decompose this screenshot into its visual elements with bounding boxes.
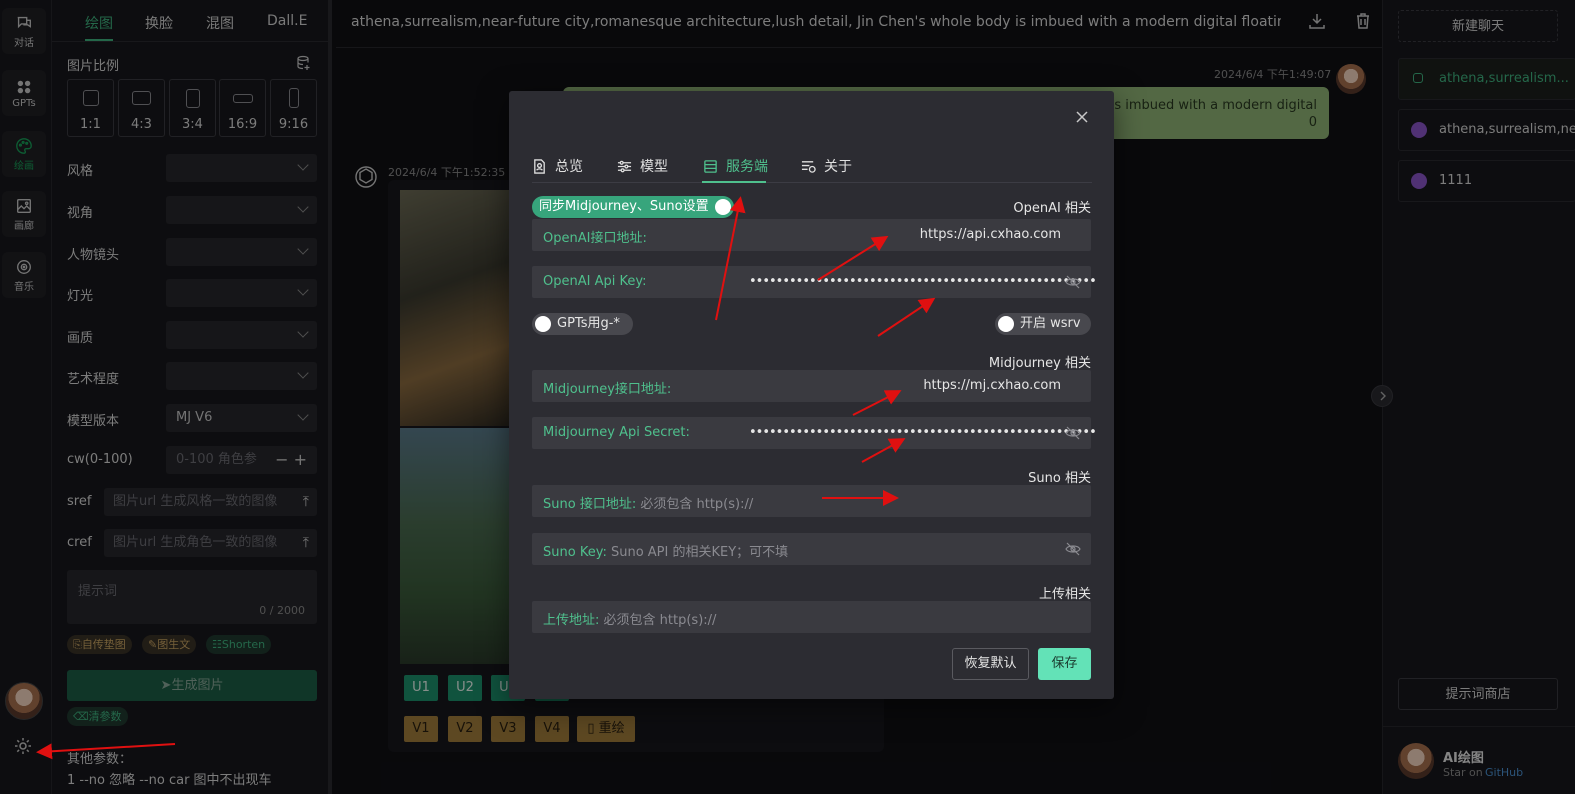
mj-secret-field[interactable]: Midjourney Api Secret: •••••••••••••••••… <box>532 417 1097 449</box>
save-button[interactable]: 保存 <box>1038 648 1091 680</box>
upload-section-title: 上传相关 <box>1038 587 1091 602</box>
sync-toggle-label: 同步Midjourney、Suno设置 <box>539 199 709 214</box>
tab-about[interactable]: 关于 <box>801 156 852 176</box>
mj-secret-label: Midjourney Api Secret: <box>543 425 690 440</box>
close-icon[interactable] <box>1074 109 1090 125</box>
toggle-knob <box>998 316 1014 332</box>
settings-tabs: 总览 模型 服务端 关于 <box>532 146 1092 183</box>
tab-about-label: 关于 <box>824 159 852 175</box>
openai-section-title: OpenAI 相关 <box>1013 201 1091 216</box>
upload-url-field[interactable]: 上传地址: 必须包含 http(s):// <box>532 601 1091 633</box>
toggle-knob <box>535 316 551 332</box>
wsrv-toggle-label: 开启 wsrv <box>1020 316 1081 331</box>
tab-model[interactable]: 模型 <box>617 156 668 176</box>
mj-url-value: https://mj.cxhao.com <box>923 378 1061 393</box>
suno-section-title: Suno 相关 <box>1028 471 1091 486</box>
about-icon <box>801 160 816 173</box>
tab-overview[interactable]: 总览 <box>532 156 583 176</box>
openai-key-value: ••••••••••••••••••••••••••••••••••••••••… <box>749 274 1097 289</box>
eye-off-icon[interactable] <box>1065 426 1081 440</box>
suno-key-placeholder: Suno API 的相关KEY；可不填 <box>610 545 789 560</box>
tab-indicator <box>702 181 766 183</box>
toggle-knob <box>715 199 731 215</box>
openai-key-field[interactable]: OpenAI Api Key: ••••••••••••••••••••••••… <box>532 266 1097 298</box>
sync-mj-suno-toggle[interactable]: 同步Midjourney、Suno设置 <box>532 196 734 218</box>
tab-server-label: 服务端 <box>726 159 768 175</box>
mj-url-label: Midjourney接口地址: <box>543 382 672 397</box>
suno-url-label-text: Suno 接口地址: <box>543 497 637 512</box>
server-icon <box>704 159 717 173</box>
suno-key-field[interactable]: Suno Key: Suno API 的相关KEY；可不填 <box>532 533 1091 565</box>
mj-url-field[interactable]: Midjourney接口地址: https://mj.cxhao.com <box>532 370 1091 402</box>
suno-key-label-text: Suno Key: <box>543 545 607 560</box>
tab-model-label: 模型 <box>640 159 668 175</box>
suno-url-placeholder: 必须包含 http(s):// <box>640 497 754 512</box>
openai-url-value: https://api.cxhao.com <box>919 227 1061 242</box>
settings-modal: 总览 模型 服务端 关于 同步Midjourney、Suno设置 OpenAI … <box>509 91 1114 699</box>
tab-overview-label: 总览 <box>555 159 583 175</box>
openai-url-field[interactable]: OpenAI接口地址: https://api.cxhao.com <box>532 219 1091 251</box>
upload-url-label: 上传地址: 必须包含 http(s):// <box>543 609 716 628</box>
gpts-toggle-label: GPTs用g-* <box>557 316 620 331</box>
openai-key-label: OpenAI Api Key: <box>543 274 647 289</box>
suno-url-label: Suno 接口地址: 必须包含 http(s):// <box>543 493 753 512</box>
wsrv-toggle[interactable]: 开启 wsrv <box>995 313 1091 335</box>
mj-secret-value: ••••••••••••••••••••••••••••••••••••••••… <box>749 425 1097 440</box>
eye-off-icon[interactable] <box>1065 275 1081 289</box>
eye-off-icon[interactable] <box>1065 542 1081 556</box>
openai-url-label: OpenAI接口地址: <box>543 231 647 246</box>
tab-server[interactable]: 服务端 <box>703 156 768 176</box>
suno-key-label: Suno Key: Suno API 的相关KEY；可不填 <box>543 541 788 560</box>
overview-icon <box>534 158 545 174</box>
upload-label-text: 上传地址: <box>543 613 600 628</box>
gpts-g-toggle[interactable]: GPTs用g-* <box>532 313 633 335</box>
reset-default-button[interactable]: 恢复默认 <box>952 648 1029 680</box>
sliders-icon <box>617 160 632 172</box>
mj-section-title: Midjourney 相关 <box>988 356 1091 371</box>
suno-url-field[interactable]: Suno 接口地址: 必须包含 http(s):// <box>532 485 1091 517</box>
upload-placeholder: 必须包含 http(s):// <box>603 613 717 628</box>
